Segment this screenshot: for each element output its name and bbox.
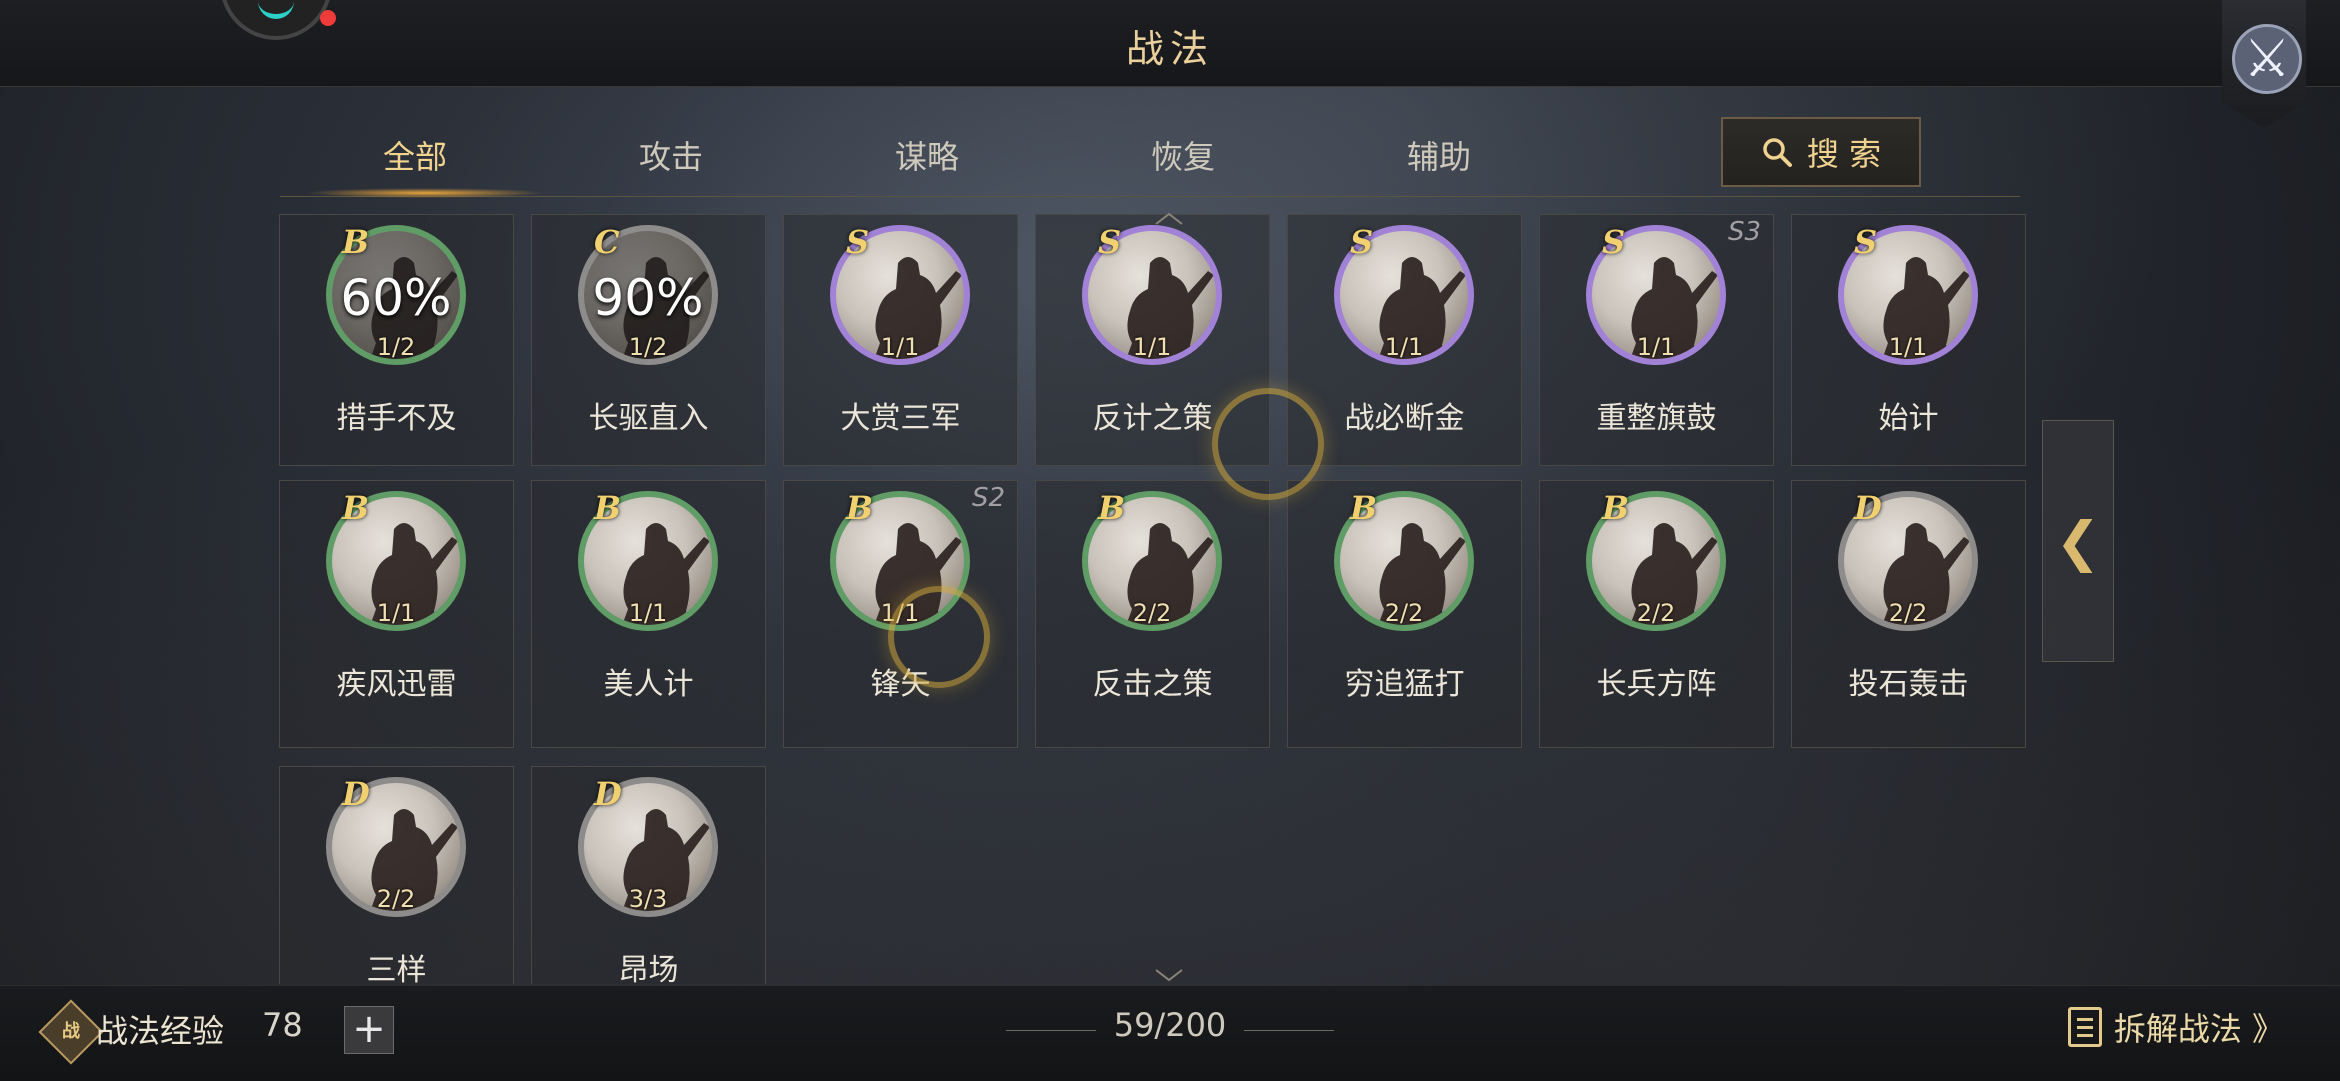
skill-count: 1/2 [628, 333, 668, 361]
crossed-swords-icon: ⚔ [2232, 24, 2302, 94]
side-panel-toggle[interactable]: ❮ [2042, 420, 2114, 662]
skill-name: 疾风迅雷 [336, 667, 457, 702]
tab-attack[interactable]: 攻击 [571, 120, 771, 194]
skill-count: 2/2 [1888, 599, 1928, 627]
dismantle-label: 拆解战法 》 [2113, 1010, 2284, 1048]
skill-card[interactable]: B 2/2 长兵方阵 [1539, 480, 1774, 748]
skill-capacity: 59/200 [1000, 1006, 1340, 1044]
tab-all[interactable]: 全部 [305, 120, 545, 198]
skill-card[interactable]: B 1/1 疾风迅雷 [279, 480, 514, 748]
search-icon [1763, 138, 1792, 167]
skill-name: 昂场 [618, 953, 679, 984]
skill-card[interactable]: B 1/1 美人计 [531, 480, 766, 748]
skill-grade: B [594, 489, 622, 527]
skill-progress: 60% [340, 269, 452, 327]
skill-grade: B [1350, 489, 1378, 527]
capacity-value: 59/200 [1113, 1006, 1227, 1044]
skill-count: 1/1 [628, 599, 668, 627]
skill-exp-value: 78 [262, 1006, 303, 1044]
close-button[interactable]: ⚔ [2222, 0, 2306, 128]
tab-strategy[interactable]: 谋略 [827, 120, 1027, 194]
skill-grade: C [594, 223, 620, 261]
skill-grade: S [1854, 223, 1878, 261]
season-badge: S2 [971, 483, 1005, 513]
skill-count: 2/2 [1384, 599, 1424, 627]
skill-grade: B [342, 223, 370, 261]
scroll-up-chevron-icon [1155, 212, 1183, 225]
skill-count: 2/2 [1636, 599, 1676, 627]
skill-card[interactable]: S 1/1 始计 [1791, 214, 2026, 466]
tab-recovery[interactable]: 恢复 [1083, 120, 1283, 194]
skill-card[interactable]: D 3/3 昂场 [531, 766, 766, 984]
skill-exp-icon: 战 [38, 999, 104, 1065]
scroll-down-chevron-icon [1155, 969, 1183, 982]
skill-count: 1/1 [1636, 333, 1676, 361]
skill-count: 1/1 [880, 333, 920, 361]
skill-grade: S [1098, 223, 1122, 261]
skill-grade: S [1350, 223, 1374, 261]
skill-grade: B [342, 489, 370, 527]
skill-card[interactable]: D 2/2 投石轰击 [1791, 480, 2026, 748]
skill-grade: S [846, 223, 870, 261]
skill-count: 1/1 [376, 599, 416, 627]
skill-count: 1/1 [1888, 333, 1928, 361]
top-bar: 战法 [0, 0, 2340, 87]
skill-card[interactable]: S 1/1 重整旗鼓 S3 [1539, 214, 1774, 466]
status-arc [258, 0, 294, 19]
skill-grade: D [1854, 489, 1882, 527]
skill-grade: B [1098, 489, 1126, 527]
skill-grid: B 60% 1/2 措手不及 C 90% 1/2 长驱直入 S 1/1 大赏三军 S 1/1 反计之策 S 1… [279, 214, 2027, 984]
skill-name: 措手不及 [336, 401, 457, 436]
glow-ring-decoration [888, 586, 990, 688]
skill-card[interactable]: B 2/2 反击之策 [1035, 480, 1270, 748]
skill-card[interactable]: B 60% 1/2 措手不及 [279, 214, 514, 466]
add-exp-button[interactable]: + [344, 1006, 394, 1054]
skill-grade: D [342, 775, 370, 813]
search-label: 搜 索 [1806, 135, 1882, 173]
skill-name: 战必断金 [1344, 401, 1465, 436]
skill-name: 始计 [1878, 401, 1939, 436]
skill-name: 穷追猛打 [1344, 667, 1465, 702]
skill-card[interactable]: B 2/2 穷追猛打 [1287, 480, 1522, 748]
document-icon [2067, 1007, 2102, 1047]
skill-name: 反击之策 [1092, 667, 1213, 702]
dismantle-skills-button[interactable]: 拆解战法 》 [2067, 1004, 2284, 1050]
skill-card[interactable]: S 1/1 战必断金 [1287, 214, 1522, 466]
skill-count: 2/2 [376, 885, 416, 913]
skill-count: 1/2 [376, 333, 416, 361]
divider [1244, 1030, 1334, 1031]
skill-exp-label: 战法经验 [96, 1012, 225, 1050]
skill-name: 大赏三军 [840, 401, 961, 436]
skill-card[interactable]: S 1/1 大赏三军 [783, 214, 1018, 466]
skill-count: 1/1 [1384, 333, 1424, 361]
glow-ring-decoration [1212, 388, 1324, 500]
skill-grade: B [1602, 489, 1630, 527]
skill-name: 重整旗鼓 [1596, 401, 1717, 436]
skill-progress: 90% [592, 269, 704, 327]
divider [1006, 1030, 1096, 1031]
skill-name: 三样 [366, 953, 427, 984]
skill-name: 投石轰击 [1848, 667, 1969, 702]
page-title: 战法 [1125, 27, 1214, 71]
tab-support[interactable]: 辅助 [1339, 120, 1539, 194]
skill-name: 美人计 [603, 667, 694, 702]
skill-card[interactable]: D 2/2 三样 [279, 766, 514, 984]
search-button[interactable]: 搜 索 [1721, 117, 1921, 187]
skill-count: 2/2 [1132, 599, 1172, 627]
skill-grade: B [846, 489, 874, 527]
skill-card[interactable]: C 90% 1/2 长驱直入 [531, 214, 766, 466]
skill-name: 长驱直入 [588, 401, 709, 436]
skill-grade: S [1602, 223, 1626, 261]
skill-count: 1/1 [1132, 333, 1172, 361]
skill-grade: D [594, 775, 622, 813]
skill-name: 长兵方阵 [1596, 667, 1717, 702]
skill-count: 3/3 [628, 885, 668, 913]
chevron-left-icon: ❮ [2055, 509, 2101, 573]
bottom-bar: 战 战法经验 78 + 59/200 拆解战法 》 [0, 985, 2340, 1081]
season-badge: S3 [1727, 217, 1761, 247]
